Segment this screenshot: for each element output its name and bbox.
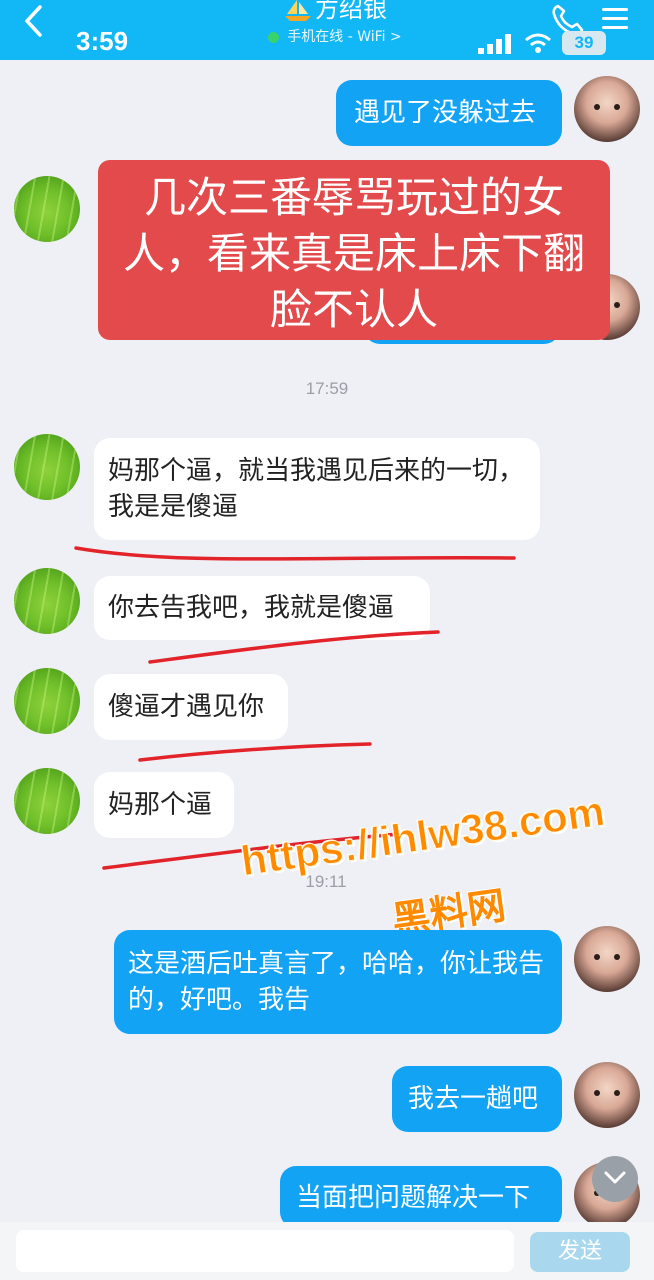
message-text: 当面把问题解决一下 xyxy=(296,1183,531,1213)
message-text: 这是酒后吐真言了，哈哈，你让我告的，好吧。我告 xyxy=(128,949,545,1015)
message-bubble-outgoing[interactable]: 当面把问题解决一下 xyxy=(280,1166,562,1228)
message-text: 我去一趟吧 xyxy=(408,1084,539,1114)
chevron-down-icon xyxy=(604,1171,626,1184)
message-input[interactable] xyxy=(16,1230,514,1272)
scroll-to-bottom-button[interactable] xyxy=(592,1156,638,1202)
message-bubble-outgoing[interactable]: 这是酒后吐真言了，哈哈，你让我告的，好吧。我告 xyxy=(114,930,562,1034)
send-button[interactable]: 发送 xyxy=(530,1232,630,1272)
message-input-bar: 发送 xyxy=(0,1222,654,1280)
avatar-self[interactable] xyxy=(574,1062,640,1128)
avatar-self[interactable] xyxy=(574,926,640,992)
message-bubble-outgoing[interactable]: 我去一趟吧 xyxy=(392,1066,562,1132)
